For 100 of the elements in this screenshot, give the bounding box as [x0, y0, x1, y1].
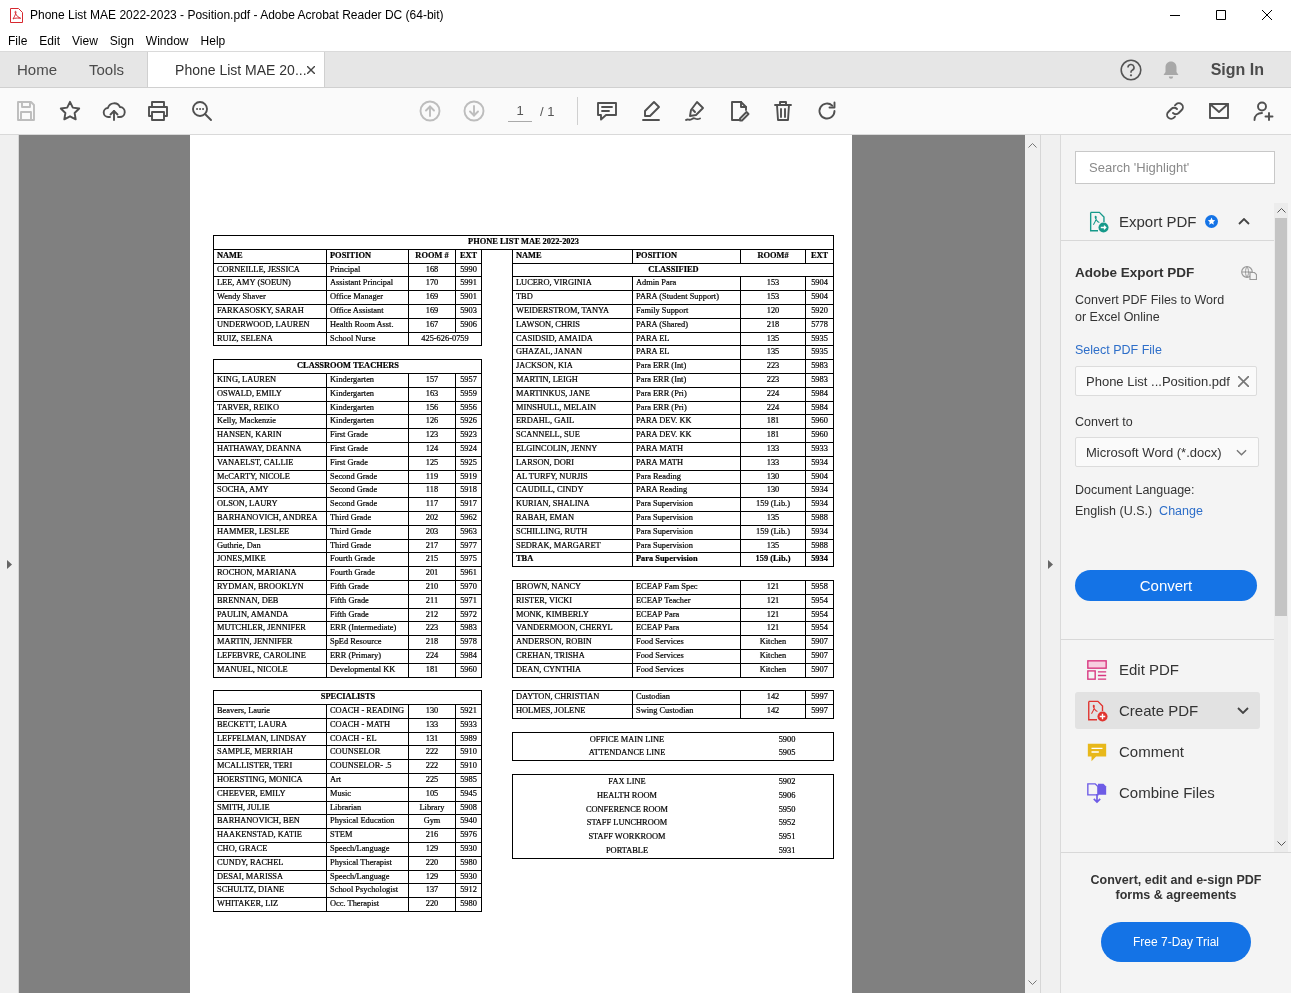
position-cell: Para Reading	[633, 470, 741, 485]
maximize-icon	[1216, 10, 1226, 20]
room-cell: 125	[409, 456, 456, 471]
tool-item[interactable]: Combine Files	[1075, 774, 1260, 811]
document-tab[interactable]: Phone List MAE 20...	[147, 52, 326, 87]
printer-icon	[146, 99, 170, 123]
speech-bubble-icon	[595, 99, 620, 123]
help-icon[interactable]	[1119, 58, 1142, 81]
export-pdf-header[interactable]: Export PDF	[1061, 203, 1274, 241]
sign-in-button[interactable]: Sign In	[1210, 60, 1264, 79]
position-cell: Second Grade	[327, 470, 409, 485]
room-cell: 142	[741, 705, 806, 719]
extension-cell: 5934	[806, 456, 833, 471]
menu-item[interactable]: File	[2, 32, 34, 49]
menu-item[interactable]: Sign	[103, 32, 140, 49]
room-cell: 220	[409, 856, 456, 871]
room-cell: 130	[409, 705, 456, 719]
tool-item[interactable]: Create PDF	[1075, 692, 1260, 729]
arrow-up-circle-icon	[418, 99, 442, 123]
convert-button[interactable]: Convert	[1075, 570, 1257, 601]
menu-item[interactable]: Window	[139, 32, 195, 49]
clear-icon[interactable]	[1238, 375, 1249, 387]
page-number-field[interactable]: 1	[508, 100, 532, 122]
room-cell: 223	[741, 360, 806, 374]
tool-item[interactable]: Edit PDF	[1075, 651, 1260, 688]
menu-item[interactable]: Help	[194, 32, 232, 49]
file-field[interactable]: Phone List ...Position.pdf	[1075, 366, 1257, 396]
scroll-up-icon[interactable]	[1028, 143, 1037, 148]
nav-tab[interactable]: Home	[0, 52, 72, 87]
name-cell: KURIAN, SHALINA	[513, 498, 633, 512]
name-cell: AL TURFY, NURJIS	[513, 470, 633, 485]
name-cell: DEAN, CYNTHIA	[513, 663, 633, 678]
search-field[interactable]: Search 'Highlight'	[1075, 151, 1275, 184]
name-cell: RUIZ, SELENA	[214, 332, 327, 347]
room-cell: 169	[409, 305, 456, 319]
name-cell: Beavers, Laurie	[214, 705, 327, 719]
position-cell: Para Supervision	[633, 539, 741, 554]
position-cell: PARA (Shared)	[633, 318, 741, 333]
free-trial-button[interactable]: Free 7-Day Trial	[1101, 922, 1251, 962]
person-add-icon	[1251, 99, 1275, 123]
scroll-down-icon[interactable]	[1276, 841, 1286, 846]
name-cell: OSWALD, EMILY	[214, 387, 327, 402]
name-cell: WEIDERSTROM, TANYA	[513, 305, 633, 319]
position-cell: ERR (Primary)	[327, 649, 409, 664]
caret-icon[interactable]	[1238, 218, 1250, 225]
position-cell: Para ERR (Int)	[633, 373, 741, 388]
name-cell: UNDERWOOD, LAUREN	[214, 318, 327, 333]
name-cell: MONK, KIMBERLY	[513, 608, 633, 623]
extension-cell-text: 5900	[777, 733, 797, 746]
scrollbar-thumb[interactable]	[1275, 218, 1287, 616]
position-cell: Kindergarten	[327, 401, 409, 416]
position-cell: First Grade	[327, 442, 409, 457]
name-cell: LAWSON, CHRIS	[513, 318, 633, 333]
close-icon[interactable]	[306, 65, 315, 74]
name-cell: BARHANOVICH, ANDREA	[214, 511, 327, 526]
star-badge-icon	[1204, 215, 1218, 228]
position-cell: Health Room Asst.	[327, 318, 409, 333]
room-cell: 130	[741, 470, 806, 485]
position-cell: Para ERR (Pri)	[633, 401, 741, 416]
name-cell: CAUDILL, CINDY	[513, 484, 633, 499]
format-dropdown[interactable]: Microsoft Word (*.docx)	[1075, 437, 1259, 467]
position-cell: Para ERR (Pri)	[633, 387, 741, 402]
extension-cell: 5920	[806, 305, 833, 319]
room-cell: 224	[741, 387, 806, 402]
scroll-down-icon[interactable]	[1028, 980, 1037, 985]
position-cell: Swing Custodian	[633, 705, 741, 719]
extension-cell: 5983	[806, 373, 833, 388]
field-label: Convert to	[1075, 414, 1134, 431]
position-cell: Food Services	[633, 636, 741, 650]
extension-cell: 5971	[456, 594, 481, 609]
field-label: Document Language:	[1075, 482, 1196, 499]
nav-tab[interactable]: Tools	[72, 52, 140, 87]
caret-down-icon[interactable]	[1237, 707, 1249, 714]
position-cell: Speech/Language	[327, 870, 409, 885]
name-cell: TARVER, REIKO	[214, 401, 327, 416]
line-label: PORTABLE	[604, 845, 650, 858]
scrollbar[interactable]	[1025, 135, 1040, 993]
position-cell: COACH - MATH	[327, 718, 409, 733]
change-link[interactable]: Change	[1159, 503, 1203, 520]
room-cell: 123	[409, 429, 456, 443]
left-panel-toggle[interactable]	[0, 135, 19, 993]
name-cell: PAULIN, AMANDA	[214, 608, 327, 623]
name-cell: HANSEN, KARIN	[214, 429, 327, 443]
tool-item[interactable]: Comment	[1075, 733, 1260, 770]
name-cell: BRENNAN, DEB	[214, 594, 327, 609]
position-cell: Assistant Principal	[327, 277, 409, 292]
extension-cell: 5930	[456, 870, 481, 885]
extension-cell-text: 5905	[777, 747, 797, 760]
position-cell: Custodian	[633, 691, 741, 706]
menu-item[interactable]: Edit	[33, 32, 67, 49]
scrollbar[interactable]	[1274, 203, 1288, 852]
right-panel-toggle[interactable]	[1040, 135, 1060, 993]
extension-cell: 5976	[456, 829, 481, 844]
extension-cell: 5904	[806, 291, 833, 305]
extension-cell-text: 5951	[777, 831, 797, 844]
document-arrow-icon	[1087, 210, 1109, 233]
name-cell: MANUEL, NICOLE	[214, 663, 327, 678]
scroll-up-icon[interactable]	[1276, 208, 1286, 213]
close-icon	[1262, 10, 1272, 20]
menu-item[interactable]: View	[66, 32, 104, 49]
